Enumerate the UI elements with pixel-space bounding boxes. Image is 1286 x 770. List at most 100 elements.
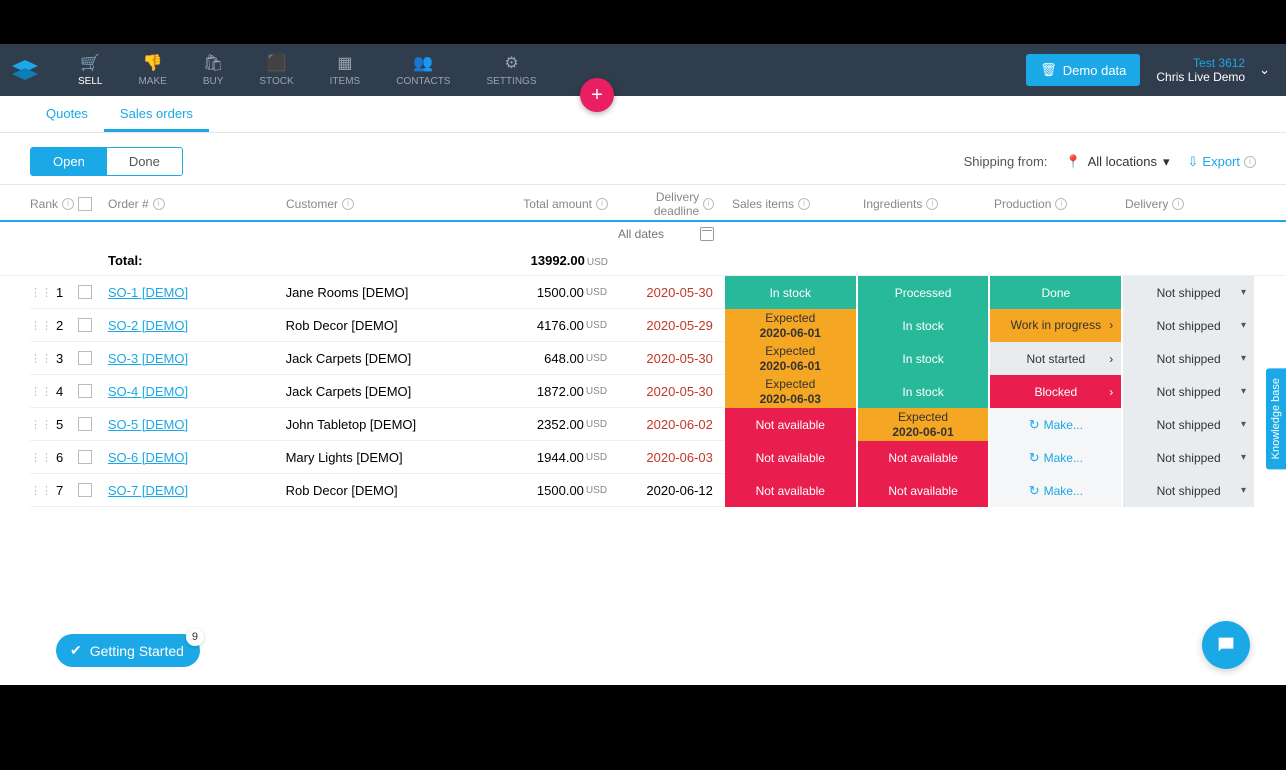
status-cell[interactable]: Expected2020-06-01 — [725, 309, 856, 342]
nav-icon: 🛍 — [203, 54, 223, 72]
deadline-cell: 2020-05-30 — [617, 276, 725, 309]
calendar-icon[interactable] — [700, 227, 714, 241]
drag-handle[interactable]: ⋮⋮ — [30, 385, 52, 398]
make-button[interactable]: Make... — [990, 441, 1121, 474]
nav-make[interactable]: 👎MAKE — [120, 46, 184, 95]
info-icon[interactable]: i — [1055, 198, 1067, 210]
select-all-checkbox[interactable] — [78, 197, 92, 211]
status-cell[interactable]: Processed — [858, 276, 989, 309]
order-link[interactable]: SO-5 [DEMO] — [108, 417, 188, 432]
header-total[interactable]: Total amount — [523, 197, 592, 211]
drag-handle[interactable]: ⋮⋮ — [30, 319, 52, 332]
order-link[interactable]: SO-7 [DEMO] — [108, 483, 188, 498]
export-button[interactable]: ⇩ Export i — [1188, 154, 1256, 170]
header-production[interactable]: Production — [994, 197, 1051, 211]
status-cell[interactable]: Not available — [858, 441, 989, 474]
order-link[interactable]: SO-3 [DEMO] — [108, 351, 188, 366]
status-cell[interactable]: Blocked — [990, 375, 1121, 408]
drag-handle[interactable]: ⋮⋮ — [30, 418, 52, 431]
order-link[interactable]: SO-1 [DEMO] — [108, 285, 188, 300]
header-delivery[interactable]: Delivery — [1125, 197, 1168, 211]
nav-items[interactable]: ▦ITEMS — [312, 46, 379, 95]
logo-icon[interactable] — [10, 55, 40, 85]
info-icon[interactable]: i — [342, 198, 354, 210]
status-cell[interactable]: Expected2020-06-03 — [725, 375, 856, 408]
chevron-down-icon[interactable]: ⌄ — [1253, 62, 1276, 78]
row-checkbox[interactable] — [78, 285, 92, 299]
status-segment: Open Done — [30, 147, 183, 176]
open-filter-button[interactable]: Open — [31, 148, 107, 175]
add-button[interactable]: + — [580, 78, 614, 112]
header-ingredients[interactable]: Ingredients — [863, 197, 922, 211]
nav-contacts[interactable]: 👥CONTACTS — [378, 46, 468, 95]
status-cell[interactable]: Not shipped — [1123, 375, 1254, 408]
drag-handle[interactable]: ⋮⋮ — [30, 484, 52, 497]
nav-stock[interactable]: ⬛STOCK — [241, 46, 311, 95]
drag-handle[interactable]: ⋮⋮ — [30, 352, 52, 365]
status-cell[interactable]: Not started — [990, 342, 1121, 375]
drag-handle[interactable]: ⋮⋮ — [30, 286, 52, 299]
tab-quotes[interactable]: Quotes — [30, 96, 104, 132]
row-checkbox[interactable] — [78, 417, 92, 431]
info-icon[interactable]: i — [596, 198, 608, 210]
status-cell[interactable]: In stock — [858, 342, 989, 375]
info-icon[interactable]: i — [703, 198, 714, 210]
deadline-cell: 2020-05-29 — [617, 309, 725, 342]
info-icon[interactable]: i — [926, 198, 938, 210]
status-cell[interactable]: In stock — [858, 309, 989, 342]
chat-button[interactable] — [1202, 621, 1250, 669]
amount-cell: 4176.00 — [537, 318, 584, 333]
make-button[interactable]: Make... — [990, 474, 1121, 507]
knowledge-base-tab[interactable]: Knowledge base — [1266, 368, 1286, 469]
status-cell[interactable]: Not available — [858, 474, 989, 507]
status-cell[interactable]: In stock — [858, 375, 989, 408]
status-cell[interactable]: Not shipped — [1123, 309, 1254, 342]
tab-sales-orders[interactable]: Sales orders — [104, 96, 209, 132]
status-cell[interactable]: Not available — [725, 474, 856, 507]
status-cell[interactable]: Work in progress — [990, 309, 1121, 342]
status-cell[interactable]: Not shipped — [1123, 441, 1254, 474]
order-link[interactable]: SO-6 [DEMO] — [108, 450, 188, 465]
drag-handle[interactable]: ⋮⋮ — [30, 451, 52, 464]
order-link[interactable]: SO-4 [DEMO] — [108, 384, 188, 399]
header-sales[interactable]: Sales items — [732, 197, 794, 211]
status-cell[interactable]: Expected2020-06-01 — [858, 408, 989, 441]
nav-settings[interactable]: ⚙SETTINGS — [468, 46, 554, 95]
status-cell[interactable]: Expected2020-06-01 — [725, 342, 856, 375]
location-select[interactable]: 📍 All locations ▾ — [1057, 154, 1177, 170]
info-icon[interactable]: i — [62, 198, 74, 210]
account-menu[interactable]: Test 3612 Chris Live Demo — [1156, 56, 1245, 84]
getting-started-button[interactable]: ✔ Getting Started 9 — [56, 634, 200, 667]
info-icon[interactable]: i — [153, 198, 165, 210]
done-filter-button[interactable]: Done — [107, 148, 182, 175]
nav-sell[interactable]: 🛒SELL — [60, 46, 120, 95]
order-link[interactable]: SO-2 [DEMO] — [108, 318, 188, 333]
row-checkbox[interactable] — [78, 483, 92, 497]
badge-count: 9 — [186, 628, 204, 646]
date-filter[interactable] — [618, 227, 688, 241]
status-cell[interactable]: Not shipped — [1123, 474, 1254, 507]
row-checkbox[interactable] — [78, 384, 92, 398]
status-cell[interactable]: Not available — [725, 408, 856, 441]
status-cell[interactable]: Not shipped — [1123, 276, 1254, 309]
status-cell[interactable]: Done — [990, 276, 1121, 309]
make-button[interactable]: Make... — [990, 408, 1121, 441]
status-cell[interactable]: Not available — [725, 441, 856, 474]
nav-buy[interactable]: 🛍BUY — [185, 46, 242, 95]
status-cell[interactable]: In stock — [725, 276, 856, 309]
amount-cell: 2352.00 — [537, 417, 584, 432]
info-icon[interactable]: i — [1172, 198, 1184, 210]
header-order[interactable]: Order # — [108, 197, 149, 211]
row-checkbox[interactable] — [78, 450, 92, 464]
status-cell[interactable]: Not shipped — [1123, 408, 1254, 441]
demo-data-button[interactable]: 🗑 Demo data — [1026, 54, 1140, 86]
info-icon[interactable]: i — [798, 198, 810, 210]
status-cell[interactable]: Not shipped — [1123, 342, 1254, 375]
row-checkbox[interactable] — [78, 318, 92, 332]
row-checkbox[interactable] — [78, 351, 92, 365]
header-deadline[interactable]: Delivery deadline — [618, 190, 699, 218]
account-name: Chris Live Demo — [1156, 70, 1245, 84]
header-customer[interactable]: Customer — [286, 197, 338, 211]
header-rank[interactable]: Rank — [30, 197, 58, 211]
table-header: Ranki Order #i Customeri Total amounti D… — [0, 184, 1286, 222]
